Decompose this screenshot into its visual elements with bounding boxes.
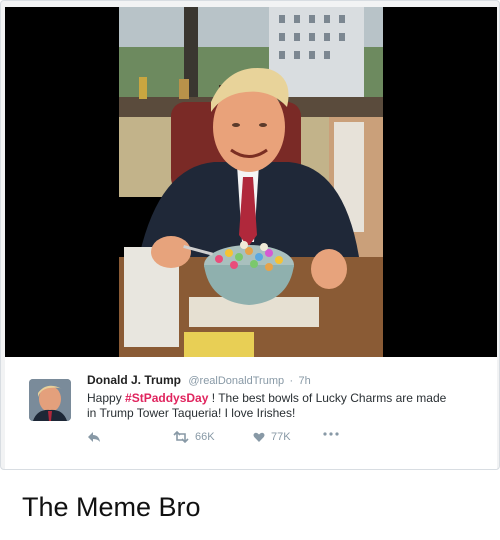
separator: · (289, 375, 294, 387)
retweet-icon (173, 431, 189, 443)
tweet-header: Donald J. Trump @realDonaldTrump · 7h (87, 373, 311, 387)
reply-button[interactable] (87, 431, 101, 443)
text-line1-rest: ! The best bowls of Lucky Charms are mad… (208, 391, 447, 405)
reply-icon (88, 432, 100, 442)
photo-illustration (119, 7, 383, 357)
hashtag-link[interactable]: #StPaddysDay (125, 391, 208, 405)
like-button[interactable]: 77K (253, 431, 291, 443)
author-name[interactable]: Donald J. Trump (87, 373, 181, 387)
tweet-text: Happy #StPaddysDay ! The best bowls of L… (87, 391, 487, 421)
avatar-image (29, 379, 71, 421)
retweet-count: 66K (195, 431, 215, 443)
more-icon (323, 432, 339, 436)
tweet-card: Donald J. Trump @realDonaldTrump · 7h Ha… (0, 0, 500, 470)
retweet-button[interactable]: 66K (173, 431, 215, 443)
like-icon (253, 432, 265, 442)
author-handle[interactable]: @realDonaldTrump (188, 375, 284, 387)
photo-frame (5, 7, 497, 357)
tweet-body: Donald J. Trump @realDonaldTrump · 7h Ha… (5, 357, 497, 469)
text-prefix: Happy (87, 391, 126, 405)
text-line2: in Trump Tower Taqueria! I love Irishes! (87, 406, 296, 420)
avatar[interactable] (29, 379, 71, 421)
more-button[interactable] (323, 431, 339, 437)
meme-caption: The Meme Bro (22, 492, 201, 522)
tweet-actions: 66K 77K (87, 431, 407, 449)
timestamp[interactable]: 7h (298, 375, 310, 387)
like-count: 77K (271, 431, 291, 443)
tweet-photo[interactable] (119, 7, 383, 357)
